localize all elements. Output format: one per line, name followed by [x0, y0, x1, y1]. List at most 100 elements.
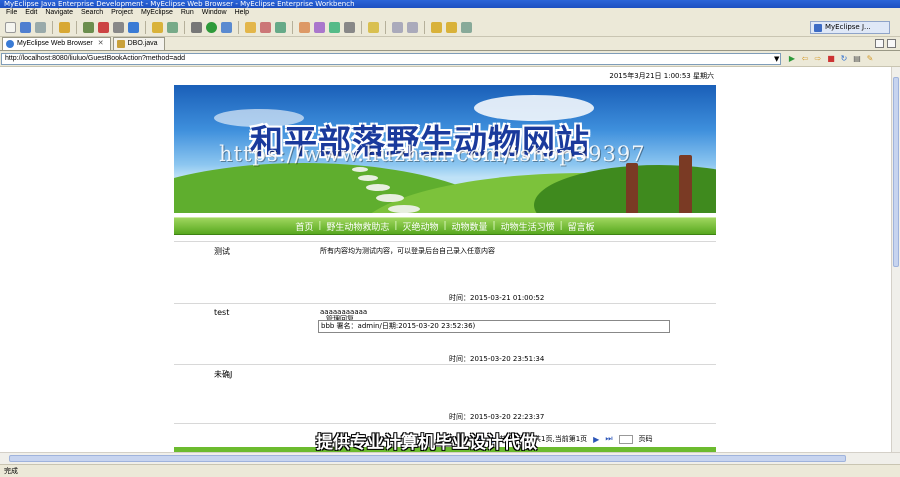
- globe-icon: [6, 40, 14, 48]
- scroll-thumb[interactable]: [893, 77, 899, 267]
- menu-help[interactable]: Help: [231, 8, 253, 18]
- prev-annotation-icon[interactable]: [407, 21, 418, 33]
- edit-page-icon[interactable]: ✎: [865, 54, 875, 64]
- entry-author: 未确J: [214, 370, 233, 379]
- url-input[interactable]: http://localhost:8080/liuluo/GuestBookAc…: [1, 53, 781, 65]
- menu-run[interactable]: Run: [177, 8, 198, 18]
- nav-home[interactable]: 首页: [291, 220, 317, 233]
- horizontal-scrollbar[interactable]: [0, 452, 900, 464]
- tab-web-browser[interactable]: MyEclipse Web Browser ✕: [2, 37, 111, 50]
- vertical-scrollbar[interactable]: [891, 67, 900, 452]
- window-title: MyEclipse Java Enterprise Development - …: [4, 0, 355, 8]
- window-title-bar: MyEclipse Java Enterprise Development - …: [0, 0, 900, 8]
- java-file-icon: [116, 40, 125, 48]
- annotation-icon[interactable]: [368, 21, 379, 33]
- windmill: [679, 155, 692, 213]
- open-task-icon[interactable]: [260, 21, 271, 33]
- nav-population[interactable]: 动物数量: [448, 220, 492, 233]
- toolbar-separator: [385, 20, 386, 34]
- maximize-icon[interactable]: [887, 39, 896, 48]
- watermark-text: https://www.huzhan.com/ishop39397: [219, 142, 646, 166]
- browser-icon[interactable]: [128, 21, 139, 33]
- menu-file[interactable]: File: [2, 8, 21, 18]
- guestbook-entry: 未确J 时间：2015-03-20 22:23:37: [174, 365, 716, 425]
- menu-window[interactable]: Window: [198, 8, 231, 18]
- next-page-icon[interactable]: ▶: [593, 435, 599, 444]
- stop-icon[interactable]: ■: [826, 54, 836, 64]
- folder-icon[interactable]: [152, 21, 163, 33]
- perspective-switcher[interactable]: MyEclipse J...: [810, 21, 890, 34]
- guestbook-page: 2015年3月21日 1:00:53 星期六 和平部落野生动物网站 https:…: [174, 67, 716, 452]
- server-icon[interactable]: [98, 21, 109, 33]
- toolbar-separator: [145, 20, 146, 34]
- last-page-icon[interactable]: ⏭: [605, 434, 612, 444]
- page-datetime: 2015年3月21日 1:00:53 星期六: [609, 72, 714, 80]
- save-icon[interactable]: [20, 21, 31, 33]
- url-dropdown-icon[interactable]: ▼: [774, 55, 779, 63]
- toolbar-separator: [184, 20, 185, 34]
- entry-content: 所有内容均为测试内容，可以登录后台自己录入任意内容: [320, 247, 495, 255]
- toolbar-separator: [361, 20, 362, 34]
- refresh-icon[interactable]: ↻: [839, 54, 849, 64]
- close-tab-icon[interactable]: ✕: [98, 40, 104, 47]
- edit-icon[interactable]: [299, 21, 310, 33]
- page-number-input[interactable]: [618, 434, 633, 444]
- deploy-icon[interactable]: [83, 21, 94, 33]
- entry-time: 时间：2015-03-20 22:23:37: [449, 413, 545, 421]
- stone-path: [344, 163, 424, 213]
- pen-icon[interactable]: [314, 21, 325, 33]
- search-icon[interactable]: [275, 21, 286, 33]
- nav-rescue[interactable]: 野生动物救助志: [322, 220, 393, 233]
- nav-habits[interactable]: 动物生活习惯: [497, 220, 559, 233]
- stop-icon[interactable]: [113, 21, 124, 33]
- admin-reply: bbb 署名：admin/日期:2015-03-20 23:52:36): [318, 320, 670, 333]
- menu-bar: File Edit Navigate Search Project MyEcli…: [0, 8, 900, 18]
- format-icon[interactable]: [344, 21, 355, 33]
- menu-navigate[interactable]: Navigate: [41, 8, 77, 18]
- guestbook-entry: 测试 所有内容均为测试内容，可以登录后台自己录入任意内容 时间：2015-03-…: [174, 237, 716, 307]
- toolbar-separator: [292, 20, 293, 34]
- editor-tab-strip: MyEclipse Web Browser ✕ DBO.java: [0, 37, 900, 51]
- scroll-thumb[interactable]: [9, 455, 846, 462]
- view-source-icon[interactable]: ▤: [852, 54, 862, 64]
- new-file-icon[interactable]: [5, 21, 16, 33]
- entry-author: 测试: [214, 247, 230, 256]
- guestbook-entry: test aaaaaaaaaaa 时间：2015-03-20 23:51:34: [174, 304, 716, 365]
- print-icon[interactable]: [35, 21, 46, 33]
- site-banner: 和平部落野生动物网站 https://www.huzhan.com/ishop3…: [174, 85, 716, 213]
- menu-search[interactable]: Search: [77, 8, 107, 18]
- run-icon[interactable]: [206, 21, 217, 33]
- last-edit-icon[interactable]: [461, 21, 472, 33]
- forward-icon[interactable]: [446, 21, 457, 33]
- forward-icon[interactable]: ⇨: [813, 54, 823, 64]
- perspective-label: MyEclipse J...: [825, 23, 871, 31]
- page-go-label[interactable]: 页码: [639, 434, 653, 444]
- next-annotation-icon[interactable]: [392, 21, 403, 33]
- back-icon[interactable]: ⇦: [800, 54, 810, 64]
- menu-edit[interactable]: Edit: [21, 8, 41, 18]
- browser-address-bar: http://localhost:8080/liuluo/GuestBookAc…: [0, 51, 900, 67]
- open-type-icon[interactable]: [245, 21, 256, 33]
- settings-icon[interactable]: [191, 21, 202, 33]
- menu-project[interactable]: Project: [107, 8, 137, 18]
- browser-viewport: 2015年3月21日 1:00:53 星期六 和平部落野生动物网站 https:…: [0, 67, 891, 452]
- toolbar-separator: [424, 20, 425, 34]
- toolbar-separator: [76, 20, 77, 34]
- tab-dbo-java[interactable]: DBO.java: [112, 37, 165, 50]
- nav-guestbook[interactable]: 留言板: [564, 220, 599, 233]
- entry-author: test: [214, 308, 230, 317]
- perspective-icon: [814, 24, 822, 32]
- minimize-icon[interactable]: [875, 39, 884, 48]
- package-icon[interactable]: [59, 21, 70, 33]
- highlight-icon[interactable]: [329, 21, 340, 33]
- back-icon[interactable]: [431, 21, 442, 33]
- status-text: 完成: [4, 467, 18, 475]
- toolbar-separator: [52, 20, 53, 34]
- debug-icon[interactable]: [221, 21, 232, 33]
- refresh-icon[interactable]: [167, 21, 178, 33]
- status-bar: 完成: [0, 464, 900, 477]
- browser-nav-buttons: ▶ ⇦ ⇨ ■ ↻ ▤ ✎: [787, 54, 875, 64]
- menu-myeclipse[interactable]: MyEclipse: [137, 8, 177, 18]
- go-icon[interactable]: ▶: [787, 54, 797, 64]
- nav-extinct[interactable]: 灭绝动物: [398, 220, 442, 233]
